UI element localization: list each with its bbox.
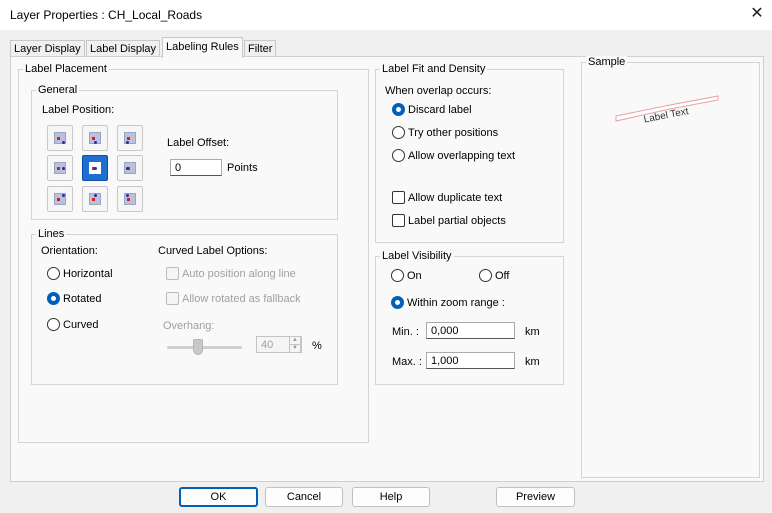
tab-label-display[interactable]: Label Display <box>86 40 161 57</box>
orientation-rotated-label[interactable]: Rotated <box>63 293 102 305</box>
overhang-slider-thumb[interactable] <box>193 339 203 355</box>
label-offset-label: Label Offset: <box>167 137 230 149</box>
discard-label-radio[interactable] <box>392 103 405 116</box>
allow-rotated-checkbox[interactable] <box>166 292 179 305</box>
orientation-horizontal-radio[interactable] <box>47 267 60 280</box>
position-bottom-center-button[interactable] <box>82 186 108 212</box>
position-middle-right-button[interactable] <box>117 155 143 181</box>
window-title: Layer Properties : CH_Local_Roads <box>10 8 203 22</box>
fit-density-legend: Label Fit and Density <box>380 63 488 75</box>
overhang-label: Overhang: <box>163 320 215 332</box>
overhang-unit: % <box>312 340 322 352</box>
allow-duplicate-checkbox[interactable] <box>392 191 405 204</box>
position-bottom-left-button[interactable] <box>47 186 73 212</box>
visibility-legend: Label Visibility <box>380 250 454 262</box>
overhang-spin-down-icon[interactable]: ▼ <box>289 344 301 353</box>
label-partial-checkbox[interactable] <box>392 214 405 227</box>
visibility-on-radio[interactable] <box>391 269 404 282</box>
max-zoom-unit: km <box>525 356 540 368</box>
auto-position-label: Auto position along line <box>182 268 296 280</box>
try-other-positions-radio[interactable] <box>392 126 405 139</box>
position-top-center-button[interactable] <box>82 125 108 151</box>
allow-rotated-label: Allow rotated as fallback <box>182 293 301 305</box>
visibility-on-label[interactable]: On <box>407 270 422 282</box>
orientation-label: Orientation: <box>41 245 98 257</box>
position-center-button[interactable] <box>82 155 108 181</box>
allow-duplicate-label[interactable]: Allow duplicate text <box>408 192 502 204</box>
position-bottom-right-button[interactable] <box>117 186 143 212</box>
ok-button[interactable]: OK <box>179 487 258 507</box>
label-position-label: Label Position: <box>42 104 115 116</box>
preview-button[interactable]: Preview <box>496 487 575 507</box>
position-top-right-button[interactable] <box>117 125 143 151</box>
orientation-curved-label[interactable]: Curved <box>63 319 98 331</box>
orientation-horizontal-label[interactable]: Horizontal <box>63 268 113 280</box>
label-partial-label[interactable]: Label partial objects <box>408 215 506 227</box>
visibility-off-label[interactable]: Off <box>495 270 509 282</box>
close-icon[interactable]: ✕ <box>748 5 766 23</box>
general-legend: General <box>36 84 80 96</box>
allow-overlapping-radio[interactable] <box>392 149 405 162</box>
within-zoom-radio[interactable] <box>391 296 404 309</box>
allow-overlapping-label[interactable]: Allow overlapping text <box>408 150 515 162</box>
visibility-off-radio[interactable] <box>479 269 492 282</box>
position-top-left-button[interactable] <box>47 125 73 151</box>
orientation-rotated-radio[interactable] <box>47 292 60 305</box>
help-button[interactable]: Help <box>352 487 430 507</box>
tab-layer-display[interactable]: Layer Display <box>10 40 85 57</box>
min-zoom-label: Min. : <box>392 326 419 338</box>
cancel-button[interactable]: Cancel <box>265 487 343 507</box>
max-zoom-input[interactable]: 1,000 <box>426 352 515 369</box>
lines-legend: Lines <box>36 228 67 240</box>
try-other-positions-label[interactable]: Try other positions <box>408 127 498 139</box>
max-zoom-label: Max. : <box>392 356 422 368</box>
discard-label-label[interactable]: Discard label <box>408 104 472 116</box>
sample-legend: Sample <box>586 56 628 68</box>
overlap-label: When overlap occurs: <box>385 85 492 97</box>
tab-labeling-rules[interactable]: Labeling Rules <box>162 37 243 58</box>
min-zoom-input[interactable]: 0,000 <box>426 322 515 339</box>
label-placement-legend: Label Placement <box>23 63 109 75</box>
tab-filter[interactable]: Filter <box>244 40 277 57</box>
label-offset-unit: Points <box>227 162 258 174</box>
overhang-slider[interactable] <box>167 346 242 349</box>
orientation-curved-radio[interactable] <box>47 318 60 331</box>
label-offset-input[interactable]: 0 <box>170 159 222 176</box>
position-middle-left-button[interactable] <box>47 155 73 181</box>
sample-preview: Label Text <box>615 95 719 126</box>
min-zoom-unit: km <box>525 326 540 338</box>
auto-position-checkbox[interactable] <box>166 267 179 280</box>
curved-options-label: Curved Label Options: <box>158 245 268 257</box>
within-zoom-label[interactable]: Within zoom range : <box>407 297 505 309</box>
